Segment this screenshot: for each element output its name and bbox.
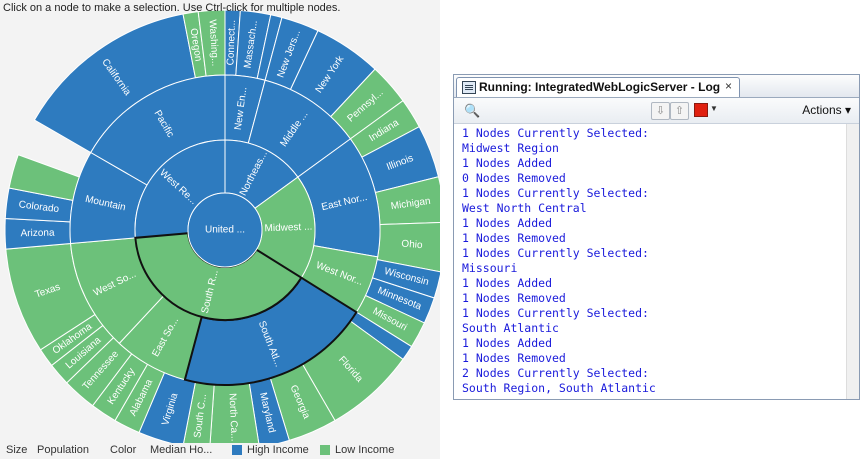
tab-strip: Running: IntegratedWebLogicServer - Log … xyxy=(454,75,859,98)
log-line: Midwest Region xyxy=(462,141,559,155)
legend-color-label: Color xyxy=(110,444,137,456)
log-scrollbar[interactable] xyxy=(846,124,859,399)
log-line: 2 Nodes Currently Selected: xyxy=(462,366,649,380)
legend-color-value: Median Ho... xyxy=(150,444,213,456)
log-line: 1 Nodes Added xyxy=(462,276,553,290)
state-label: Ohio xyxy=(401,239,423,252)
log-window: Running: IntegratedWebLogicServer - Log … xyxy=(453,74,860,400)
log-line: 1 Nodes Removed xyxy=(462,291,566,305)
close-icon[interactable]: × xyxy=(725,79,732,93)
legend-high-swatch xyxy=(232,445,242,455)
stop-dropdown-icon[interactable]: ▼ xyxy=(710,104,718,113)
arrow-up-icon[interactable]: ⇧ xyxy=(670,102,689,120)
log-line: 1 Nodes Added xyxy=(462,156,553,170)
log-line: 0 Nodes Removed xyxy=(462,171,566,185)
log-toolbar: 🔍 ⇩ ⇧ ▼ Actions ▾ xyxy=(454,98,859,124)
sunburst-panel: Connect... Massach... New Jers... New York P… xyxy=(0,0,440,459)
log-icon xyxy=(462,81,476,94)
log-line: 1 Nodes Currently Selected: xyxy=(462,306,649,320)
legend-size-value: Population xyxy=(37,444,89,456)
region-label: Midwest ... xyxy=(264,222,312,235)
log-line: 1 Nodes Currently Selected: xyxy=(462,246,649,260)
log-line: 1 Nodes Currently Selected: xyxy=(462,186,649,200)
log-line: West North Central xyxy=(462,201,587,215)
log-line: South Region, South Atlantic xyxy=(462,381,656,395)
state-label: Arizona xyxy=(20,228,55,240)
log-line: 1 Nodes Added xyxy=(462,336,553,350)
log-line: 1 Nodes Added xyxy=(462,216,553,230)
navigation-arrows: ⇩ ⇧ xyxy=(651,102,689,120)
log-line: South Atlantic xyxy=(462,321,559,335)
log-line: 1 Nodes Currently Selected: xyxy=(462,126,649,140)
legend: Size Population Color Median Ho... High … xyxy=(0,443,440,459)
legend-low-label: Low Income xyxy=(335,444,395,456)
actions-menu[interactable]: Actions ▾ xyxy=(802,103,851,117)
binoculars-icon[interactable]: 🔍 xyxy=(464,103,480,119)
legend-high-label: High Income xyxy=(247,444,309,456)
log-output[interactable]: 1 Nodes Currently Selected: Midwest Regio… xyxy=(454,124,847,399)
log-line: 1 Nodes Removed xyxy=(462,351,566,365)
state-label: Connect... xyxy=(225,20,238,66)
log-line: Missouri xyxy=(462,261,518,275)
legend-low-swatch xyxy=(320,445,330,455)
root-label: United ... xyxy=(205,225,245,236)
arrow-down-icon[interactable]: ⇩ xyxy=(651,102,670,120)
log-tab-title: Running: IntegratedWebLogicServer - Log xyxy=(479,80,721,94)
legend-size-label: Size xyxy=(6,444,28,456)
log-tab[interactable]: Running: IntegratedWebLogicServer - Log … xyxy=(456,77,740,97)
log-line: 1 Nodes Removed xyxy=(462,231,566,245)
instructions-text: Click on a node to make a selection. Use… xyxy=(3,2,341,14)
stop-icon[interactable] xyxy=(694,103,708,117)
sunburst-chart: Connect... Massach... New Jers... New YorkP… xyxy=(4,9,440,443)
state-label: North Ca... xyxy=(226,393,239,442)
